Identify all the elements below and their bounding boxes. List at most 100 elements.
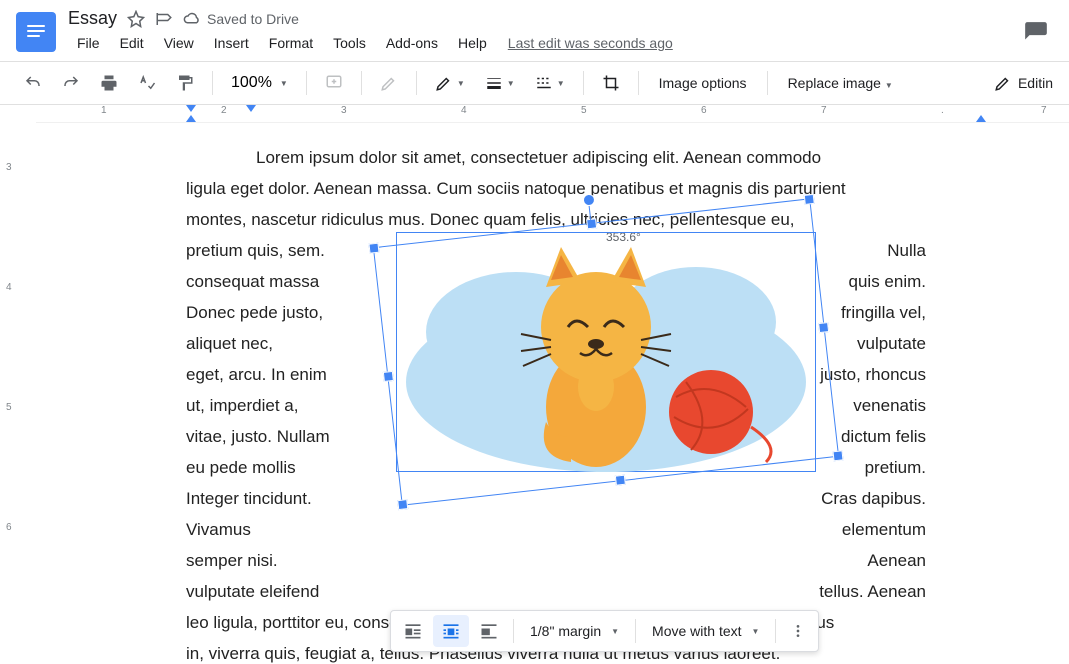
toolbar-separator xyxy=(306,71,307,95)
more-options-button[interactable] xyxy=(782,617,814,645)
resize-handle-ml[interactable] xyxy=(383,371,394,382)
text-line: quis enim. xyxy=(849,266,926,297)
replace-image-button[interactable]: Replace image ▼ xyxy=(778,69,903,97)
paint-format-button[interactable] xyxy=(168,68,202,98)
toolbar-separator xyxy=(416,71,417,95)
toolbar-separator xyxy=(583,71,584,95)
toolbar-separator xyxy=(513,619,514,643)
page[interactable]: Lorem ipsum dolor sit amet, consectetuer… xyxy=(96,142,1016,664)
text-line: Vivamus xyxy=(186,514,251,545)
menu-help[interactable]: Help xyxy=(449,31,496,55)
menu-tools[interactable]: Tools xyxy=(324,31,375,55)
docs-logo-lines xyxy=(27,25,45,39)
text-line: pretium quis, sem. xyxy=(186,235,325,266)
inline-wrap-button[interactable] xyxy=(395,615,431,647)
document-area[interactable]: Lorem ipsum dolor sit amet, consectetuer… xyxy=(36,142,1069,664)
image-options-button[interactable]: Image options xyxy=(649,69,757,97)
toolbar-separator xyxy=(767,71,768,95)
break-text-button[interactable] xyxy=(471,615,507,647)
ruler-tick: 6 xyxy=(701,105,707,116)
margin-dropdown[interactable]: 1/8" margin▼ xyxy=(520,617,629,645)
last-edit-link[interactable]: Last edit was seconds ago xyxy=(508,31,673,55)
text-line: pretium. xyxy=(865,452,926,483)
redo-button[interactable] xyxy=(54,68,88,98)
toolbar-separator xyxy=(638,71,639,95)
menu-view[interactable]: View xyxy=(155,31,203,55)
resize-handle-tm[interactable] xyxy=(586,218,597,229)
ruler-tick: 2 xyxy=(221,105,227,116)
document-title[interactable]: Essay xyxy=(68,8,117,29)
toolbar-separator xyxy=(635,619,636,643)
resize-handle-br[interactable] xyxy=(832,450,843,461)
comments-button[interactable] xyxy=(1023,20,1049,51)
text-line: vulputate xyxy=(857,328,926,359)
add-comment-button[interactable] xyxy=(317,68,351,98)
text-line: ligula eget dolor. Aenean massa. Cum soc… xyxy=(186,173,926,204)
left-indent-marker[interactable] xyxy=(186,105,196,112)
cloud-icon xyxy=(183,10,201,28)
text-line: Cras dapibus. xyxy=(821,483,926,514)
text-line: Nulla xyxy=(887,235,926,266)
menu-file[interactable]: File xyxy=(68,31,109,55)
resize-handle-mr[interactable] xyxy=(818,322,829,333)
resize-handle-bm[interactable] xyxy=(615,475,626,486)
ruler-tick: 3 xyxy=(6,162,12,173)
ruler-tick: 4 xyxy=(461,105,467,116)
resize-handle-tl[interactable] xyxy=(368,243,379,254)
ruler-tick: 7 xyxy=(821,105,827,116)
ruler-tick: 5 xyxy=(581,105,587,116)
vertical-ruler[interactable]: 3 4 5 6 xyxy=(0,142,18,662)
first-line-indent-marker[interactable] xyxy=(246,105,256,112)
pencil-icon xyxy=(994,74,1012,92)
ruler-tick: 6 xyxy=(6,522,12,533)
text-line: elementum xyxy=(842,514,926,545)
wrap-text-button[interactable] xyxy=(433,615,469,647)
toolbar-separator xyxy=(361,71,362,95)
spellcheck-button[interactable] xyxy=(130,68,164,98)
text-line: vulputate eleifend xyxy=(186,576,319,607)
border-dash-button[interactable]: ▼ xyxy=(527,68,573,98)
ruler-tick: 1 xyxy=(101,105,107,116)
text-line: dictum felis xyxy=(841,421,926,452)
text-line: vitae, justo. Nullam xyxy=(186,421,330,452)
editing-mode-button[interactable]: Editin xyxy=(994,74,1053,92)
text-line: consequat massa xyxy=(186,266,319,297)
text-line: justo, rhoncus xyxy=(820,359,926,390)
hanging-indent-marker[interactable] xyxy=(186,115,196,122)
ruler-tick: 5 xyxy=(6,402,12,413)
text-line: tellus. Aenean xyxy=(819,576,926,607)
zoom-dropdown[interactable]: 100%▼ xyxy=(223,70,296,96)
toolbar-separator xyxy=(212,71,213,95)
menu-format[interactable]: Format xyxy=(260,31,322,55)
image-layout-toolbar[interactable]: 1/8" margin▼ Move with text▼ xyxy=(390,610,819,652)
menu-edit[interactable]: Edit xyxy=(111,31,153,55)
selected-image[interactable]: 353.6° xyxy=(396,232,816,472)
border-weight-button[interactable]: ▼ xyxy=(477,68,523,98)
print-button[interactable] xyxy=(92,68,126,98)
saved-status: Saved to Drive xyxy=(183,10,299,28)
position-dropdown[interactable]: Move with text▼ xyxy=(642,617,769,645)
undo-button[interactable] xyxy=(16,68,50,98)
star-icon[interactable] xyxy=(127,10,145,28)
text-line: Lorem ipsum dolor sit amet, consectetuer… xyxy=(256,148,821,167)
text-line: fringilla vel, xyxy=(841,297,926,328)
highlighter-button[interactable] xyxy=(372,68,406,98)
cat-illustration xyxy=(396,232,816,472)
right-indent-marker[interactable] xyxy=(976,115,986,122)
resize-handle-tr[interactable] xyxy=(804,194,815,205)
text-line: venenatis xyxy=(853,390,926,421)
move-icon[interactable] xyxy=(155,10,173,28)
text-line: eu pede mollis xyxy=(186,452,296,483)
ruler-tick: 7 xyxy=(1041,105,1047,116)
menu-insert[interactable]: Insert xyxy=(205,31,258,55)
horizontal-ruler[interactable]: 1 2 3 4 5 6 7 . 7 xyxy=(36,105,1069,123)
crop-button[interactable] xyxy=(594,68,628,98)
resize-handle-bl[interactable] xyxy=(397,499,408,510)
docs-logo[interactable] xyxy=(16,12,56,52)
text-line: Donec pede justo, xyxy=(186,297,323,328)
ruler-tick: 4 xyxy=(6,282,12,293)
border-color-button[interactable]: ▼ xyxy=(427,68,473,98)
document-body[interactable]: Lorem ipsum dolor sit amet, consectetuer… xyxy=(186,142,926,664)
toolbar-separator xyxy=(775,619,776,643)
menu-addons[interactable]: Add-ons xyxy=(377,31,447,55)
